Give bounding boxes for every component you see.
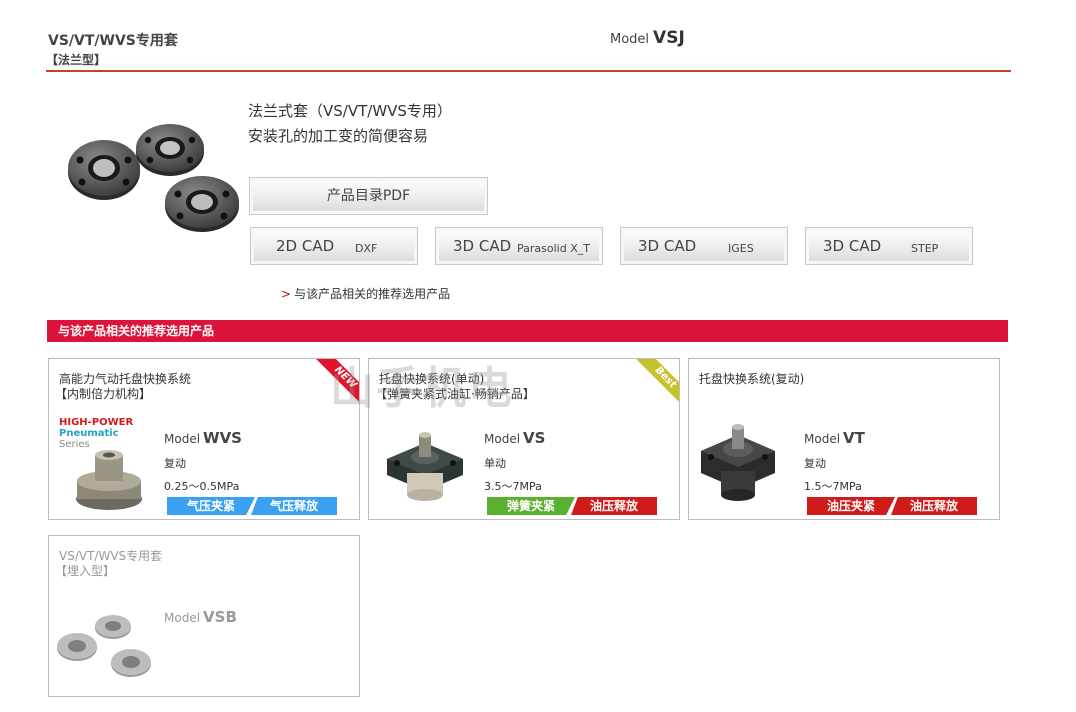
- card-model: Model WVS: [164, 429, 242, 447]
- product-card-wvs[interactable]: 高能力气动托盘快换系统 【内制倍力机构】 HIGH-POWER Pneumati…: [48, 358, 360, 520]
- product-card-vt[interactable]: 托盘快换系统(复动) Model VT 复动 1.5～7MPa 油压夹紧 油压释放: [688, 358, 1000, 520]
- cad-2d-dxf-button[interactable]: 2D CAD DXF: [250, 227, 418, 265]
- cad-3d-parasolid-button[interactable]: 3D CAD Parasolid X_T: [435, 227, 603, 265]
- card-action-type: 复动: [164, 457, 186, 470]
- tag-release: 油压释放: [891, 497, 977, 515]
- chevron-right-icon: >: [281, 287, 292, 301]
- card-subtitle: 【内制倍力机构】: [55, 387, 152, 401]
- cad-button-format: IGES: [728, 242, 754, 255]
- card-action-type: 单动: [484, 457, 506, 470]
- watermark-text: 山手机电: [330, 363, 514, 414]
- model-prefix: Model: [610, 32, 650, 47]
- cad-button-label: 3D CAD: [823, 237, 882, 255]
- card-model: Model VT: [804, 429, 865, 447]
- catalog-pdf-button[interactable]: 产品目录PDF: [249, 177, 488, 215]
- card-pressure: 0.25～0.5MPa: [164, 480, 240, 493]
- product-description-1: 法兰式套（VS/VT/WVS专用）: [248, 102, 452, 120]
- model-name: VSJ: [653, 28, 685, 48]
- card-tags: 油压夹紧 油压释放: [807, 497, 977, 515]
- product-image-flanges: [68, 124, 239, 232]
- tag-release: 气压释放: [251, 497, 337, 515]
- cad-button-format: Parasolid X_T: [517, 242, 590, 255]
- header-divider: [46, 70, 1011, 72]
- section-header-related: 与该产品相关的推荐选用产品: [47, 320, 1008, 342]
- card-action-type: 复动: [804, 457, 826, 470]
- page-title: VS/VT/WVS专用套: [48, 33, 178, 49]
- cad-button-format: DXF: [355, 242, 378, 255]
- cad-3d-iges-button[interactable]: 3D CAD IGES: [620, 227, 788, 265]
- cad-button-label: 2D CAD: [276, 237, 335, 255]
- product-description-2: 安装孔的加工变的简便容易: [248, 127, 429, 145]
- card-subtitle: 【埋入型】: [55, 564, 116, 578]
- product-image-vs: [387, 432, 463, 501]
- card-tags: 弹簧夹紧 油压释放: [487, 497, 657, 515]
- card-tags: 气压夹紧 气压释放: [167, 497, 337, 515]
- tag-clamp: 气压夹紧: [167, 497, 255, 515]
- page-subtitle: 【法兰型】: [46, 53, 107, 67]
- tag-release: 油压释放: [571, 497, 657, 515]
- product-image-vt: [701, 424, 775, 501]
- card-model: Model VSB: [164, 608, 237, 626]
- model-heading: Model VSJ: [610, 28, 685, 48]
- tag-clamp: 油压夹紧: [807, 497, 895, 515]
- cad-button-label: 3D CAD: [453, 237, 512, 255]
- cad-button-format: STEP: [911, 242, 939, 255]
- cad-3d-step-button[interactable]: 3D CAD STEP: [805, 227, 973, 265]
- card-pressure: 1.5～7MPa: [804, 480, 862, 493]
- card-model: Model VS: [484, 429, 546, 447]
- card-title: 托盘快换系统(复动): [699, 372, 805, 386]
- product-card-vsb[interactable]: VS/VT/WVS专用套 【埋入型】 Model VSB: [48, 535, 360, 697]
- product-image-vsb: [57, 615, 151, 677]
- related-products-link-label: 与该产品相关的推荐选用产品: [294, 287, 451, 301]
- tag-clamp: 弹簧夹紧: [487, 497, 575, 515]
- cad-button-label: 3D CAD: [638, 237, 697, 255]
- related-products-link[interactable]: > 与该产品相关的推荐选用产品: [281, 285, 450, 302]
- best-ribbon: Best: [631, 359, 679, 407]
- product-image-wvs: [76, 450, 142, 510]
- card-pressure: 3.5～7MPa: [484, 480, 542, 493]
